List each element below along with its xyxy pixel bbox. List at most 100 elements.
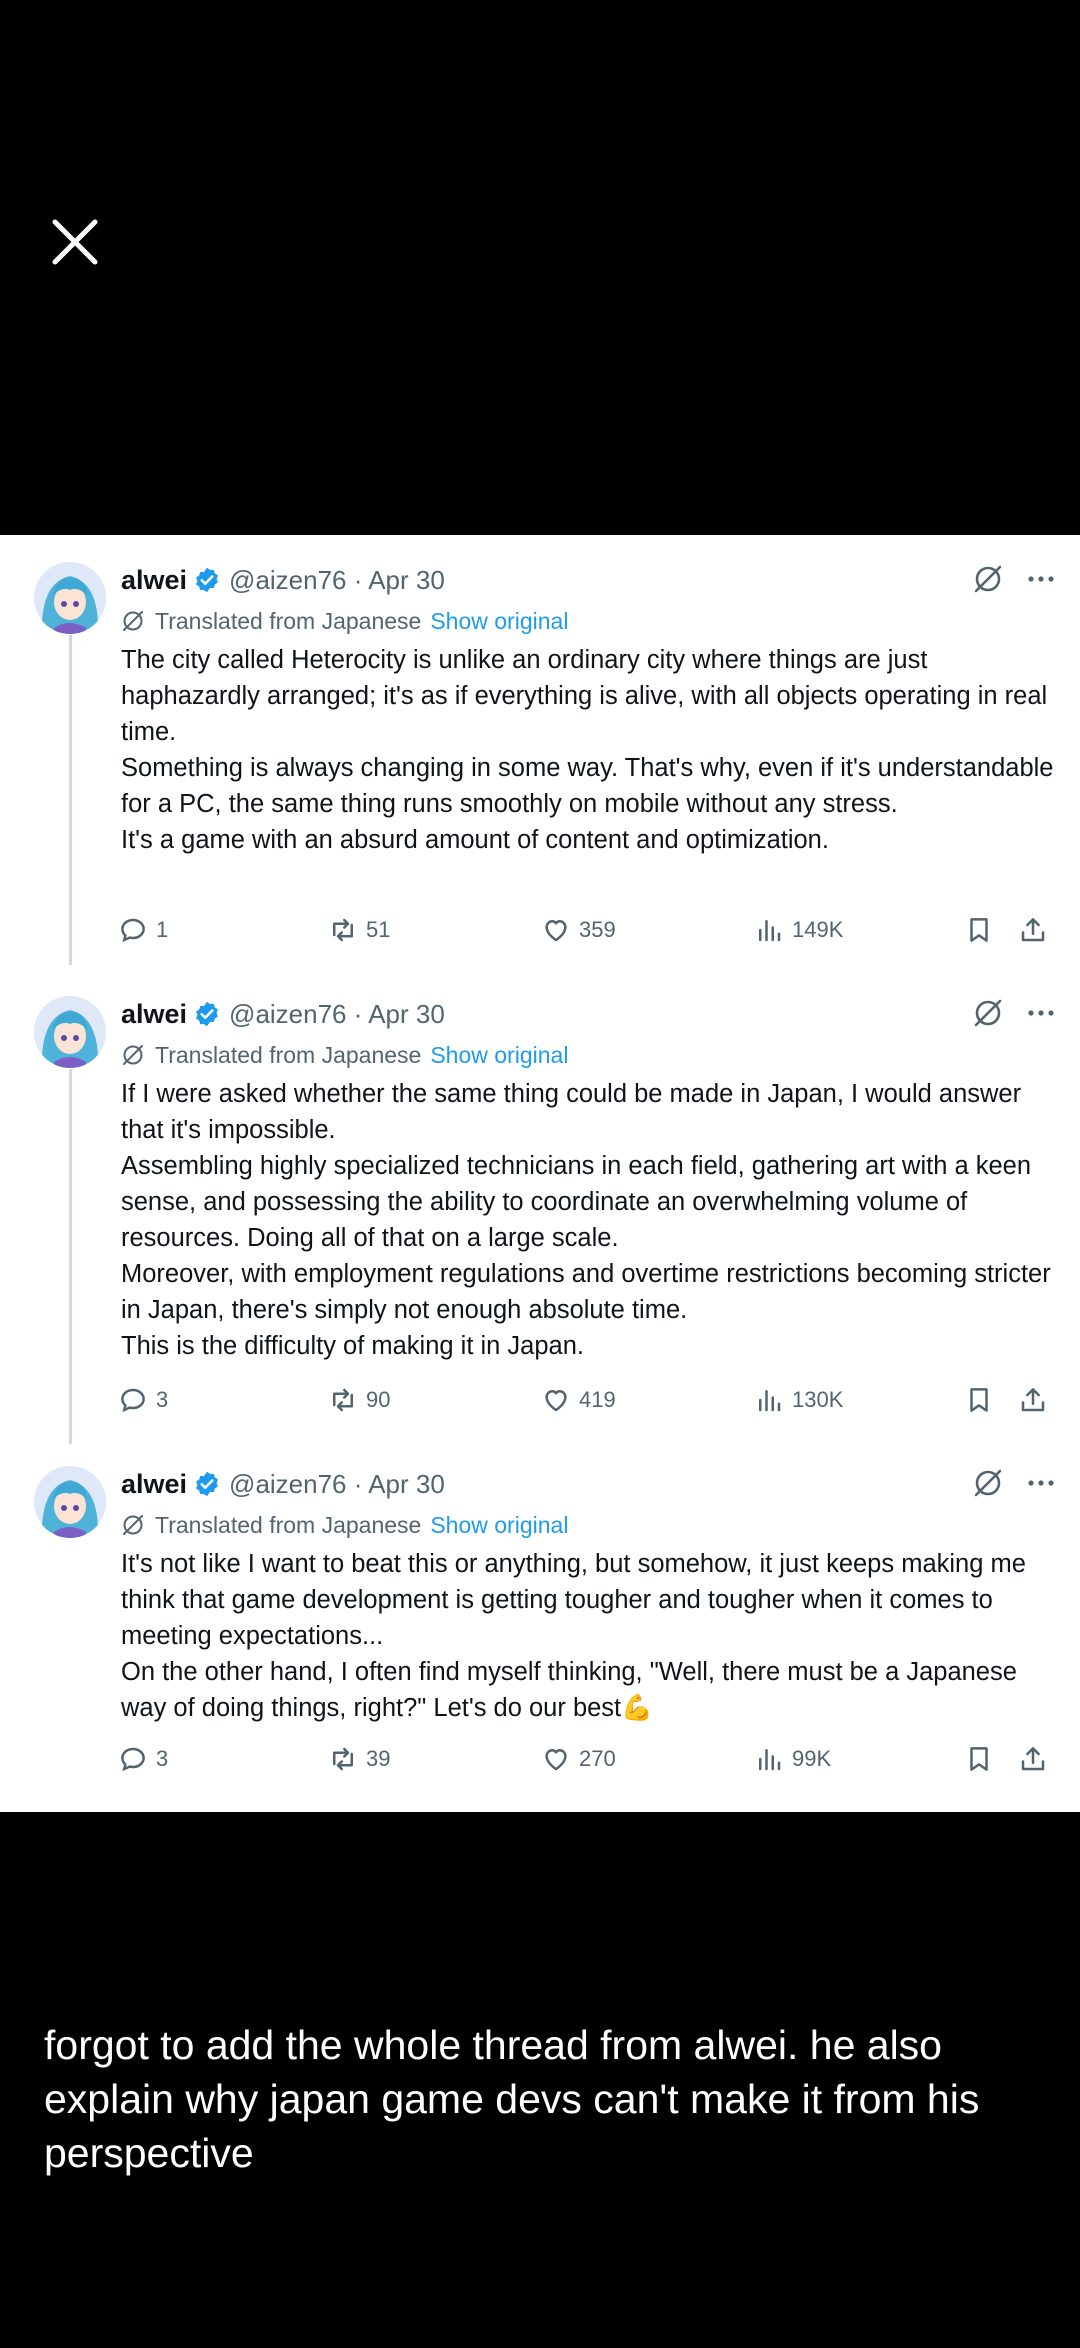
more-options-icon[interactable]: [1024, 1466, 1058, 1500]
like-button[interactable]: 419: [541, 1380, 616, 1420]
post-caption: forgot to add the whole thread from alwe…: [44, 2022, 980, 2176]
like-button[interactable]: 359: [541, 910, 616, 950]
like-button[interactable]: 270: [541, 1739, 616, 1779]
repost-icon: [333, 1388, 353, 1412]
thread-screenshot: alwei @aizen76 · Apr 30 Translated from …: [0, 535, 1080, 1812]
views-count: 99K: [792, 1746, 832, 1771]
grok-icon[interactable]: [972, 563, 1004, 595]
more-options-icon[interactable]: [1024, 996, 1058, 1030]
show-original-link[interactable]: Show original: [430, 1512, 568, 1539]
avatar[interactable]: [34, 562, 106, 634]
tweet-paragraph: If I were asked whether the same thing c…: [121, 1080, 1022, 1144]
bookmark-icon: [970, 918, 988, 942]
bookmark-button[interactable]: [964, 1739, 1002, 1779]
reply-button[interactable]: 3: [118, 1380, 168, 1420]
reply-icon: [121, 1747, 145, 1772]
tweet-paragraph: Assembling highly specialized technician…: [121, 1152, 1032, 1252]
reply-count: 3: [156, 1746, 169, 1771]
views-count: 149K: [792, 917, 844, 942]
author-name[interactable]: alwei: [121, 1469, 187, 1500]
views-button[interactable]: 99K: [754, 1739, 831, 1779]
tweet-actions: 3 39 270 99K: [118, 1739, 1058, 1779]
grok-icon[interactable]: [972, 1467, 1004, 1499]
author-name[interactable]: alwei: [121, 565, 187, 596]
show-original-link[interactable]: Show original: [430, 1042, 568, 1069]
repost-count: 39: [366, 1746, 391, 1771]
heart-icon: [545, 1390, 567, 1412]
heart-icon: [545, 1749, 567, 1771]
share-icon: [1021, 1388, 1045, 1412]
views-button[interactable]: 130K: [754, 1380, 843, 1420]
reply-button[interactable]: 3: [118, 1739, 168, 1779]
tweet-text: The city called Heterocity is unlike an …: [121, 642, 1061, 858]
repost-icon: [333, 1747, 353, 1771]
views-icon: [759, 1749, 781, 1771]
tweet-paragraph: It's not like I want to beat this or any…: [121, 1550, 1026, 1650]
translate-icon: [123, 611, 143, 631]
like-count: 359: [579, 917, 616, 942]
show-original-link[interactable]: Show original: [430, 608, 568, 635]
reply-button[interactable]: 1: [118, 910, 168, 950]
translation-notice: Translated from Japanese Show original: [121, 1510, 568, 1540]
reply-icon: [121, 1388, 145, 1413]
translate-icon: [123, 1515, 143, 1535]
heart-icon: [545, 920, 567, 942]
tweet-paragraph: Moreover, with employment regulations an…: [121, 1260, 1051, 1324]
handle-and-date: @aizen76 · Apr 30: [229, 564, 445, 595]
repost-button[interactable]: 51: [328, 910, 390, 950]
handle-and-date: @aizen76 · Apr 30: [229, 1468, 445, 1499]
repost-count: 90: [366, 1387, 391, 1412]
translation-notice: Translated from Japanese Show original: [121, 606, 568, 636]
translate-icon: [123, 1045, 143, 1065]
verified-badge-icon: [196, 1471, 219, 1497]
reply-icon: [121, 918, 145, 943]
bookmark-button[interactable]: [964, 1380, 1002, 1420]
tweet[interactable]: alwei @aizen76 · Apr 30 Translated from …: [0, 1444, 1080, 1804]
reply-count: 1: [156, 917, 169, 942]
tweet[interactable]: alwei @aizen76 · Apr 30 Translated from …: [0, 540, 1080, 960]
tweet-paragraph: On the other hand, I often find myself t…: [121, 1658, 1017, 1722]
tweet-paragraph: Something is always changing in some way…: [121, 754, 1054, 818]
verified-badge-icon: [196, 567, 219, 593]
bookmark-icon: [970, 1388, 988, 1412]
tweet-header: alwei @aizen76 · Apr 30: [121, 994, 445, 1034]
views-icon: [759, 920, 781, 942]
repost-icon: [333, 918, 353, 942]
tweet-paragraph: It's a game with an absurd amount of con…: [121, 826, 829, 854]
bookmark-icon: [970, 1747, 988, 1771]
tweet-text: It's not like I want to beat this or any…: [121, 1546, 1061, 1726]
translated-label: Translated from Japanese: [155, 1041, 422, 1068]
views-button[interactable]: 149K: [754, 910, 843, 950]
tweet[interactable]: alwei @aizen76 · Apr 30 Translated from …: [0, 974, 1080, 1444]
more-options-icon[interactable]: [1024, 562, 1058, 596]
share-button[interactable]: [1018, 1739, 1056, 1779]
grok-icon[interactable]: [972, 997, 1004, 1029]
tweet-actions: 3 90 419 130K: [118, 1380, 1058, 1420]
close-icon: [52, 219, 98, 265]
translation-notice: Translated from Japanese Show original: [121, 1040, 568, 1070]
reply-count: 3: [156, 1387, 169, 1412]
author-name[interactable]: alwei: [121, 999, 187, 1030]
like-count: 270: [579, 1746, 616, 1771]
views-icon: [759, 1390, 781, 1412]
avatar[interactable]: [34, 996, 106, 1068]
translated-label: Translated from Japanese: [155, 1511, 422, 1538]
close-button[interactable]: [50, 217, 100, 267]
repost-button[interactable]: 39: [328, 1739, 390, 1779]
tweet-paragraph: The city called Heterocity is unlike an …: [121, 646, 1048, 746]
handle-and-date: @aizen76 · Apr 30: [229, 998, 445, 1029]
bookmark-button[interactable]: [964, 910, 1002, 950]
tweet-paragraph: This is the difficulty of making it in J…: [121, 1332, 584, 1360]
share-button[interactable]: [1018, 910, 1056, 950]
tweet-header: alwei @aizen76 · Apr 30: [121, 560, 445, 600]
views-count: 130K: [792, 1387, 844, 1412]
repost-button[interactable]: 90: [328, 1380, 390, 1420]
like-count: 419: [579, 1387, 616, 1412]
share-button[interactable]: [1018, 1380, 1056, 1420]
avatar[interactable]: [34, 1466, 106, 1538]
translated-label: Translated from Japanese: [155, 607, 422, 634]
tweet-actions: 1 51 359 149K: [118, 910, 1058, 950]
share-icon: [1021, 918, 1045, 942]
repost-count: 51: [366, 917, 391, 942]
share-icon: [1021, 1747, 1045, 1771]
